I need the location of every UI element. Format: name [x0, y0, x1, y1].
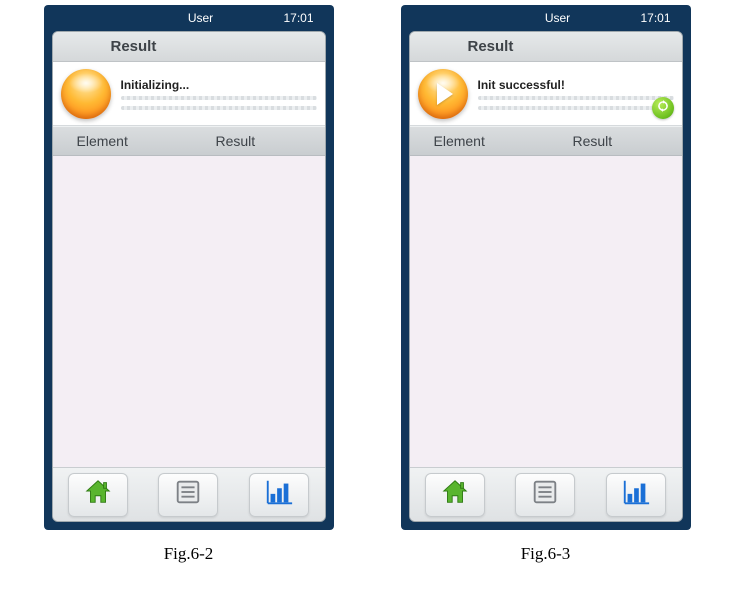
page-title-bar: Result	[410, 32, 682, 62]
status-bar: User 17:01	[409, 5, 683, 31]
init-status-row: Init successful!	[410, 62, 682, 126]
progress-line	[478, 106, 674, 110]
home-button[interactable]	[425, 473, 485, 517]
bar-chart-icon	[263, 477, 295, 512]
progress-line	[478, 96, 674, 100]
chart-button[interactable]	[606, 473, 666, 517]
table-body	[53, 156, 325, 467]
page-title-bar: Result	[53, 32, 325, 62]
figure-2: User 17:01 Result Init succe	[401, 5, 691, 564]
progress-line	[121, 106, 317, 110]
list-button[interactable]	[515, 473, 575, 517]
orb-indicator	[61, 69, 111, 119]
list-icon	[529, 477, 561, 512]
device-frame: User 17:01 Result Init succe	[401, 5, 691, 530]
table-header: Element Result	[410, 126, 682, 156]
screen: Result Init successful!	[409, 31, 683, 522]
col-element: Element	[53, 133, 186, 149]
status-time: 17:01	[283, 11, 313, 25]
status-user: User	[545, 11, 570, 25]
refresh-icon	[656, 99, 670, 118]
play-icon	[437, 83, 453, 105]
status-text-wrap: Initializing...	[121, 78, 317, 110]
device-frame: User 17:01 Result Initializing...	[44, 5, 334, 530]
refresh-button[interactable]	[652, 97, 674, 119]
figure-caption: Fig.6-3	[521, 544, 571, 564]
page-title: Result	[468, 38, 514, 55]
status-bar: User 17:01	[52, 5, 326, 31]
table-body	[410, 156, 682, 467]
bar-chart-icon	[620, 477, 652, 512]
status-user: User	[188, 11, 213, 25]
status-time: 17:01	[640, 11, 670, 25]
page-title: Result	[111, 38, 157, 55]
chart-button[interactable]	[249, 473, 309, 517]
figure-caption: Fig.6-2	[164, 544, 214, 564]
home-icon	[82, 477, 114, 512]
status-text: Initializing...	[121, 78, 317, 92]
list-button[interactable]	[158, 473, 218, 517]
play-button[interactable]	[418, 69, 468, 119]
bottom-nav	[53, 467, 325, 521]
status-text: Init successful!	[478, 78, 674, 92]
list-icon	[172, 477, 204, 512]
bottom-nav	[410, 467, 682, 521]
table-header: Element Result	[53, 126, 325, 156]
figures-container: User 17:01 Result Initializing...	[0, 0, 734, 564]
col-result: Result	[186, 133, 325, 149]
screen: Result Initializing... Element Result	[52, 31, 326, 522]
figure-1: User 17:01 Result Initializing...	[44, 5, 334, 564]
home-icon	[439, 477, 471, 512]
home-button[interactable]	[68, 473, 128, 517]
status-text-wrap: Init successful!	[478, 78, 674, 110]
col-result: Result	[543, 133, 682, 149]
init-status-row: Initializing...	[53, 62, 325, 126]
progress-line	[121, 96, 317, 100]
col-element: Element	[410, 133, 543, 149]
